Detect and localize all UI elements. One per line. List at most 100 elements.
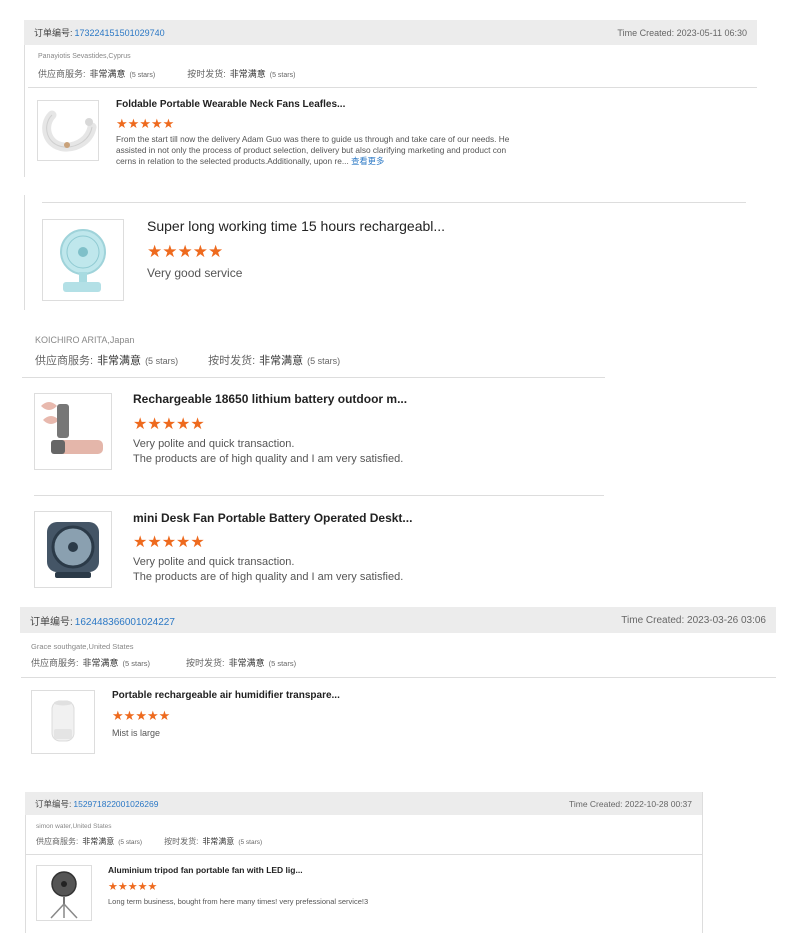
supplier-service-value: 非常满意	[97, 355, 142, 367]
on-time-stars: (5 stars)	[268, 659, 297, 668]
star-icon: ★	[116, 116, 128, 131]
star-icon: ★	[147, 881, 158, 893]
buyer-name: Panayiotis Sevastides,Cyprus	[38, 53, 131, 60]
supplier-service-value: 非常满意	[82, 658, 119, 668]
time-created: Time Created: 2023-05-11 06:30	[617, 27, 747, 38]
divider	[28, 87, 757, 88]
divider	[42, 202, 746, 203]
review-line: Long term business, bought from here man…	[108, 897, 369, 906]
on-time-stars: (5 stars)	[269, 72, 296, 79]
product-title[interactable]: Foldable Portable Wearable Neck Fans Lea…	[116, 99, 345, 110]
star-icon: ★	[161, 534, 177, 551]
product-thumbnail[interactable]	[34, 511, 112, 588]
supplier-service-label: 供应商服务:	[36, 837, 79, 846]
star-icon: ★	[176, 534, 191, 551]
review-text: Very polite and quick transaction. The p…	[133, 437, 403, 466]
star-icon: ★	[208, 242, 224, 261]
supplier-service-stars: (5 stars)	[122, 659, 151, 668]
order-label: 订单编号:	[30, 616, 73, 628]
clip-fan-icon	[60, 229, 106, 292]
star-rating: ★ ★ ★ ★ ★	[133, 532, 205, 552]
time-created: Time Created: 2022-10-28 00:37	[568, 798, 692, 809]
divider	[21, 677, 776, 678]
star-icon: ★	[127, 116, 140, 131]
star-icon: ★	[112, 708, 124, 723]
read-more-link[interactable]: 查看更多	[351, 156, 384, 166]
buyer-name: simon water,United States	[36, 823, 112, 830]
star-icon: ★	[133, 534, 148, 551]
supplier-service-value: 非常满意	[82, 837, 115, 846]
supplier-service-label: 供应商服务:	[38, 69, 86, 79]
on-time-label: 按时发货:	[186, 658, 225, 668]
star-rating: ★ ★ ★ ★ ★	[133, 414, 205, 434]
rating-summary: 供应商服务: 非常满意 (5 stars) 按时发货: 非常满意 (5 stars)	[31, 656, 296, 669]
rating-summary: 供应商服务: 非常满意 (5 stars) 按时发货: 非常满意 (5 stars)	[38, 67, 295, 80]
order-label: 订单编号:	[35, 798, 72, 809]
on-time-value: 非常满意	[229, 69, 266, 79]
star-rating: ★ ★ ★ ★ ★	[116, 116, 174, 132]
product-title[interactable]: Portable rechargeable air humidifier tra…	[112, 690, 340, 701]
supplier-service-label: 供应商服务:	[35, 355, 94, 367]
product-thumbnail[interactable]	[34, 393, 112, 470]
star-icon: ★	[150, 116, 163, 131]
star-icon: ★	[158, 708, 171, 723]
star-icon: ★	[147, 416, 162, 433]
on-time-value: 非常满意	[259, 355, 304, 367]
divider	[702, 792, 703, 933]
divider	[25, 815, 26, 933]
divider	[25, 854, 702, 855]
divider	[34, 495, 604, 496]
order-header: 订单编号: 152971822001026269 Time Created: 20…	[25, 792, 702, 815]
product-title[interactable]: Aluminium tripod fan portable fan with L…	[108, 865, 303, 875]
supplier-service-stars: (5 stars)	[129, 72, 156, 79]
review-line: Very good service	[147, 266, 243, 280]
supplier-service-label: 供应商服务:	[31, 658, 79, 668]
supplier-service-value: 非常满意	[89, 69, 126, 79]
star-icon: ★	[147, 534, 162, 551]
order-header: 订单编号: 162448366001024227 Time Created: 20…	[20, 607, 776, 633]
neck-fan-icon	[42, 110, 97, 152]
product-thumbnail[interactable]	[42, 219, 124, 301]
star-icon: ★	[117, 881, 128, 893]
on-time-value: 非常满意	[202, 837, 235, 846]
star-rating: ★ ★ ★ ★ ★	[112, 708, 170, 724]
product-title[interactable]: mini Desk Fan Portable Battery Operated …	[133, 511, 412, 525]
buyer-name: KOICHIRO ARITA,Japan	[35, 335, 135, 345]
review-line: Very polite and quick transaction.	[133, 438, 295, 450]
order-id-link[interactable]: 173224151501029740	[75, 28, 165, 38]
order-id-link[interactable]: 162448366001024227	[75, 617, 175, 628]
star-icon: ★	[139, 116, 151, 131]
star-icon: ★	[123, 708, 136, 723]
star-icon: ★	[137, 881, 148, 893]
star-icon: ★	[176, 416, 191, 433]
product-title[interactable]: Super long working time 15 hours recharg…	[147, 218, 445, 234]
order-id-link[interactable]: 152971822001026269	[73, 799, 158, 809]
desk-fan-icon	[47, 522, 99, 578]
review-text: Very good service	[147, 266, 242, 280]
review-line: The products are of high quality and I a…	[133, 570, 404, 583]
product-thumbnail[interactable]	[36, 865, 92, 921]
handheld-fan-icon	[41, 402, 103, 454]
divider	[22, 377, 605, 378]
star-icon: ★	[146, 708, 159, 723]
review-line: Mist is large	[112, 728, 161, 738]
rating-summary: 供应商服务: 非常满意 (5 stars) 按时发货: 非常满意 (5 stars)	[36, 836, 262, 847]
star-icon: ★	[162, 116, 175, 131]
review-text: Mist is large	[112, 728, 160, 738]
on-time-value: 非常满意	[228, 658, 265, 668]
supplier-service-stars: (5 stars)	[118, 839, 143, 846]
on-time-label: 按时发货:	[208, 355, 256, 367]
product-thumbnail[interactable]	[37, 100, 99, 161]
rating-summary: 供应商服务: 非常满意 (5 stars) 按时发货: 非常满意 (5 stars)	[35, 352, 340, 368]
star-icon: ★	[190, 416, 205, 433]
supplier-service-stars: (5 stars)	[145, 356, 179, 366]
star-icon: ★	[177, 242, 193, 261]
on-time-label: 按时发货:	[187, 69, 226, 79]
product-title[interactable]: Rechargeable 18650 lithium battery outdo…	[133, 392, 407, 406]
on-time-stars: (5 stars)	[238, 839, 263, 846]
product-thumbnail[interactable]	[31, 690, 95, 754]
review-line: cerns in relation to the selected produc…	[116, 156, 349, 166]
on-time-stars: (5 stars)	[307, 356, 341, 366]
review-line: The products are of high quality and I a…	[133, 452, 404, 465]
star-icon: ★	[190, 534, 205, 551]
